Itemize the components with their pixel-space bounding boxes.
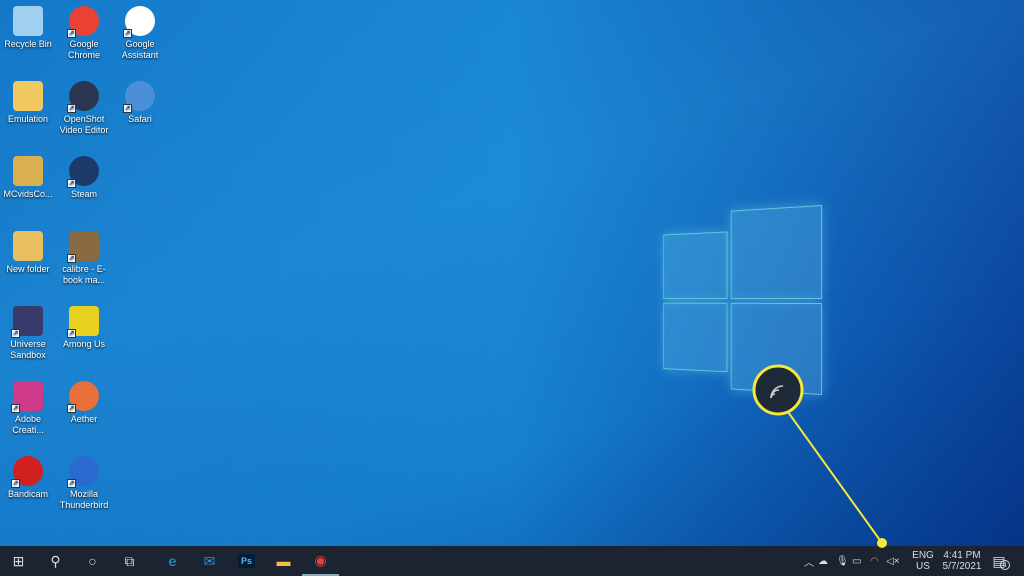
callout-line [787,411,883,544]
callout-annotation [752,364,887,548]
callout-dot [877,538,887,548]
